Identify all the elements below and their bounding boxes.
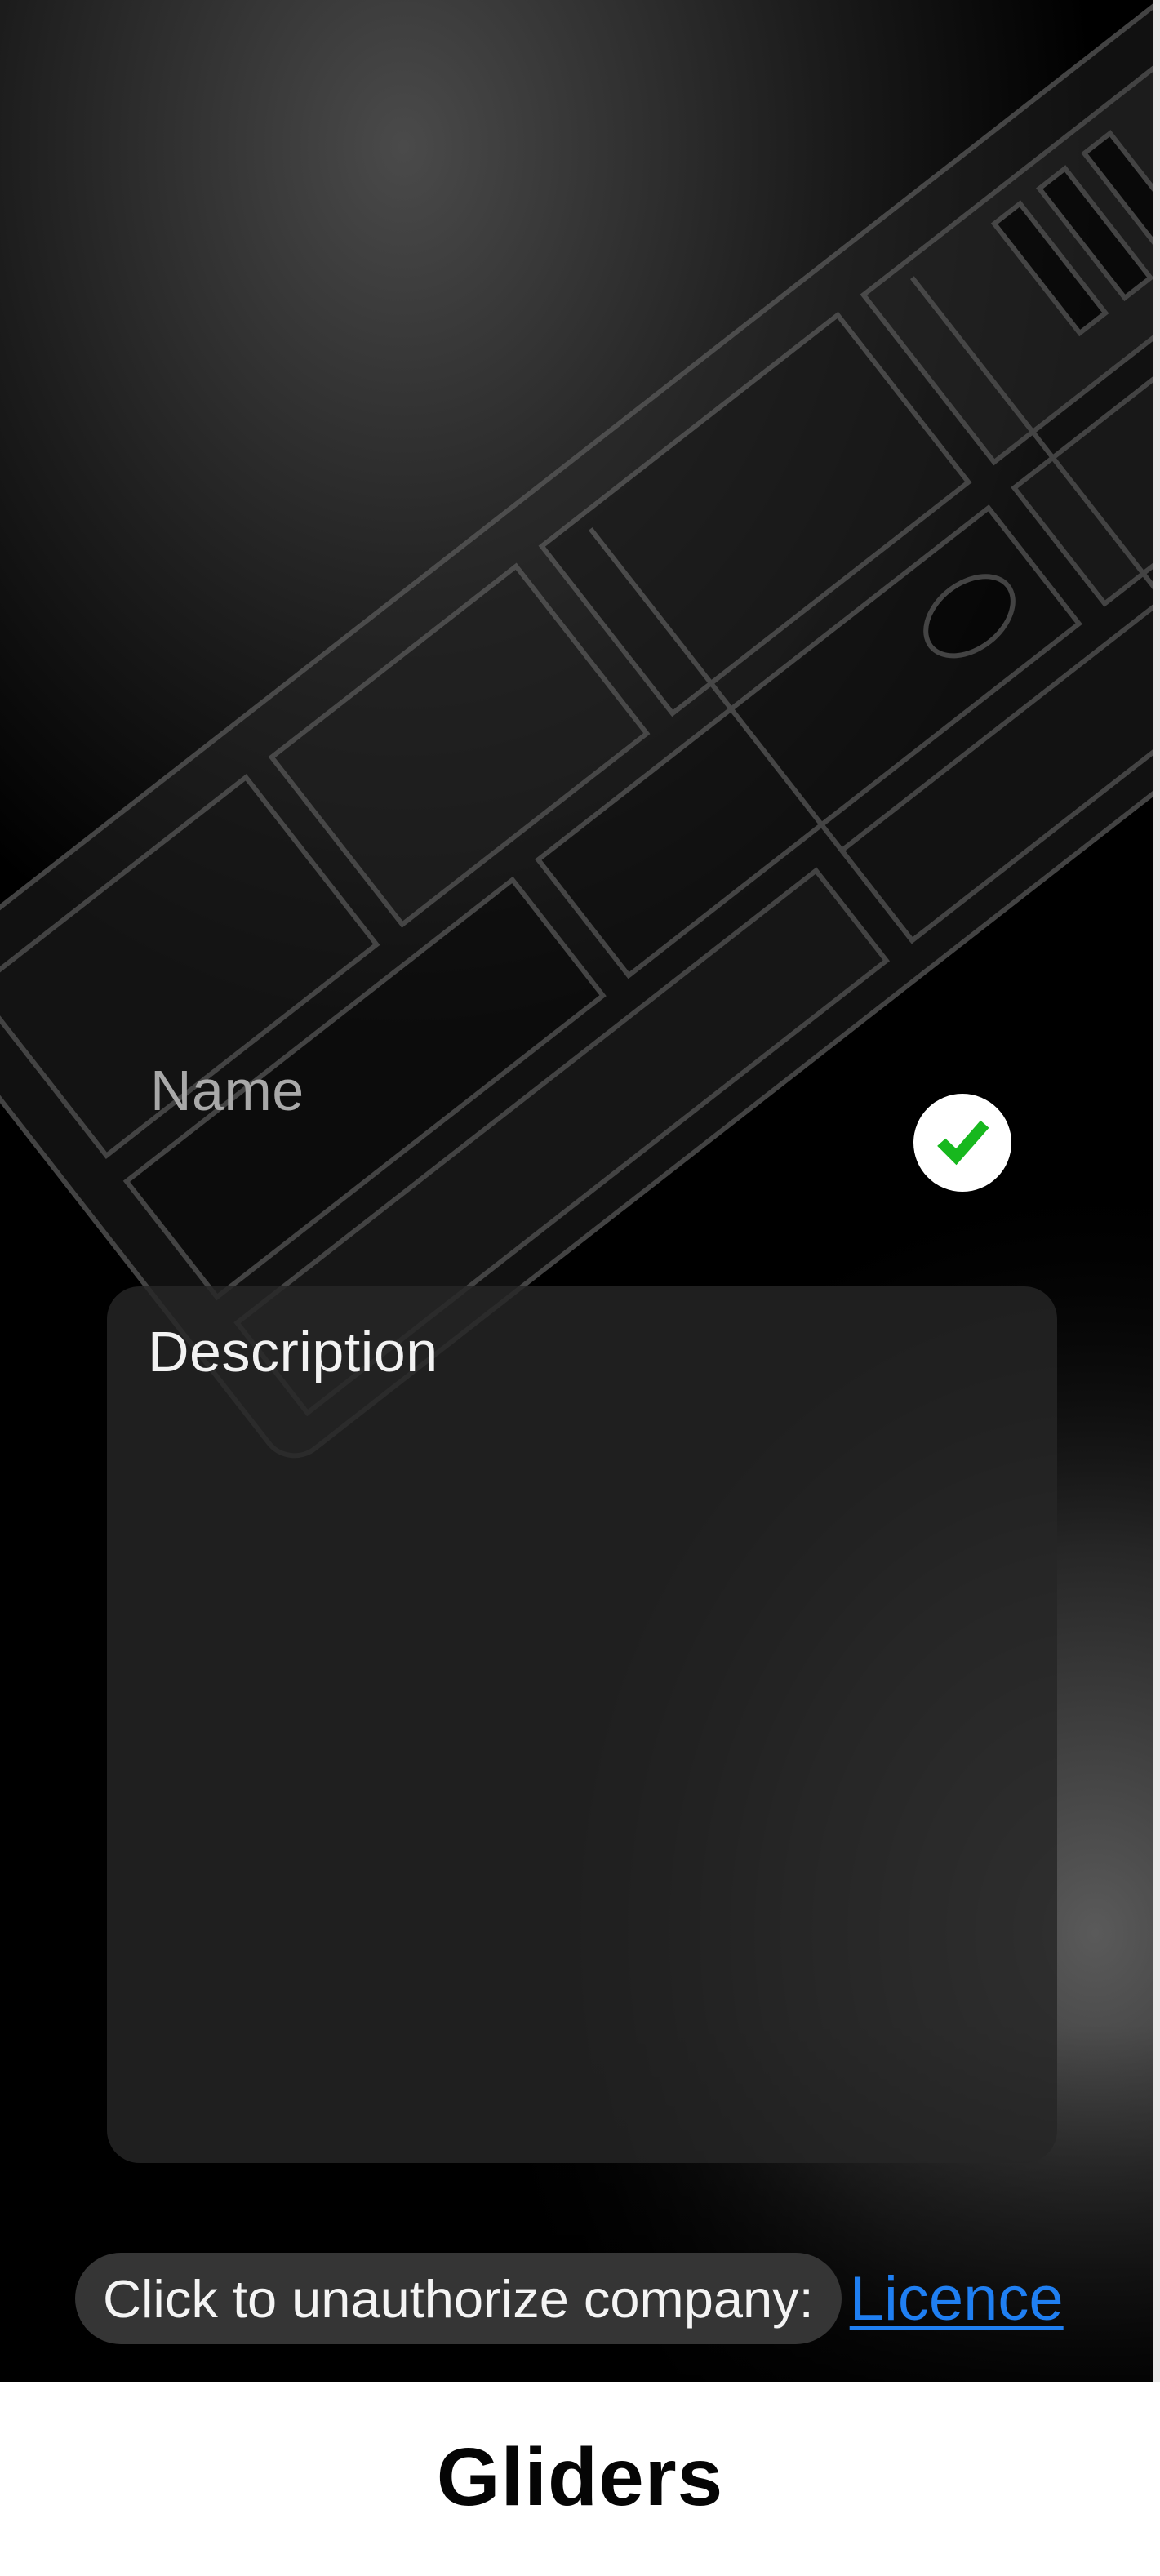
- scroll-edge: [1153, 0, 1160, 2382]
- app-screen: Name Description Click to unauthorize co…: [0, 0, 1160, 2576]
- name-input[interactable]: Name: [106, 1035, 1037, 1149]
- check-icon: [937, 1120, 989, 1166]
- name-valid-badge: [913, 1094, 1011, 1192]
- app-title: Gliders: [436, 2432, 724, 2523]
- footer-bar: Gliders: [0, 2382, 1160, 2576]
- unauthorize-row: Click to unauthorize company: Licence: [75, 2253, 1064, 2344]
- description-textarea[interactable]: Description: [107, 1286, 1057, 2163]
- description-placeholder: Description: [148, 1320, 438, 1383]
- name-placeholder: Name: [150, 1059, 304, 1122]
- licence-link[interactable]: Licence: [850, 2263, 1064, 2334]
- unauthorize-prompt: Click to unauthorize company:: [75, 2253, 842, 2344]
